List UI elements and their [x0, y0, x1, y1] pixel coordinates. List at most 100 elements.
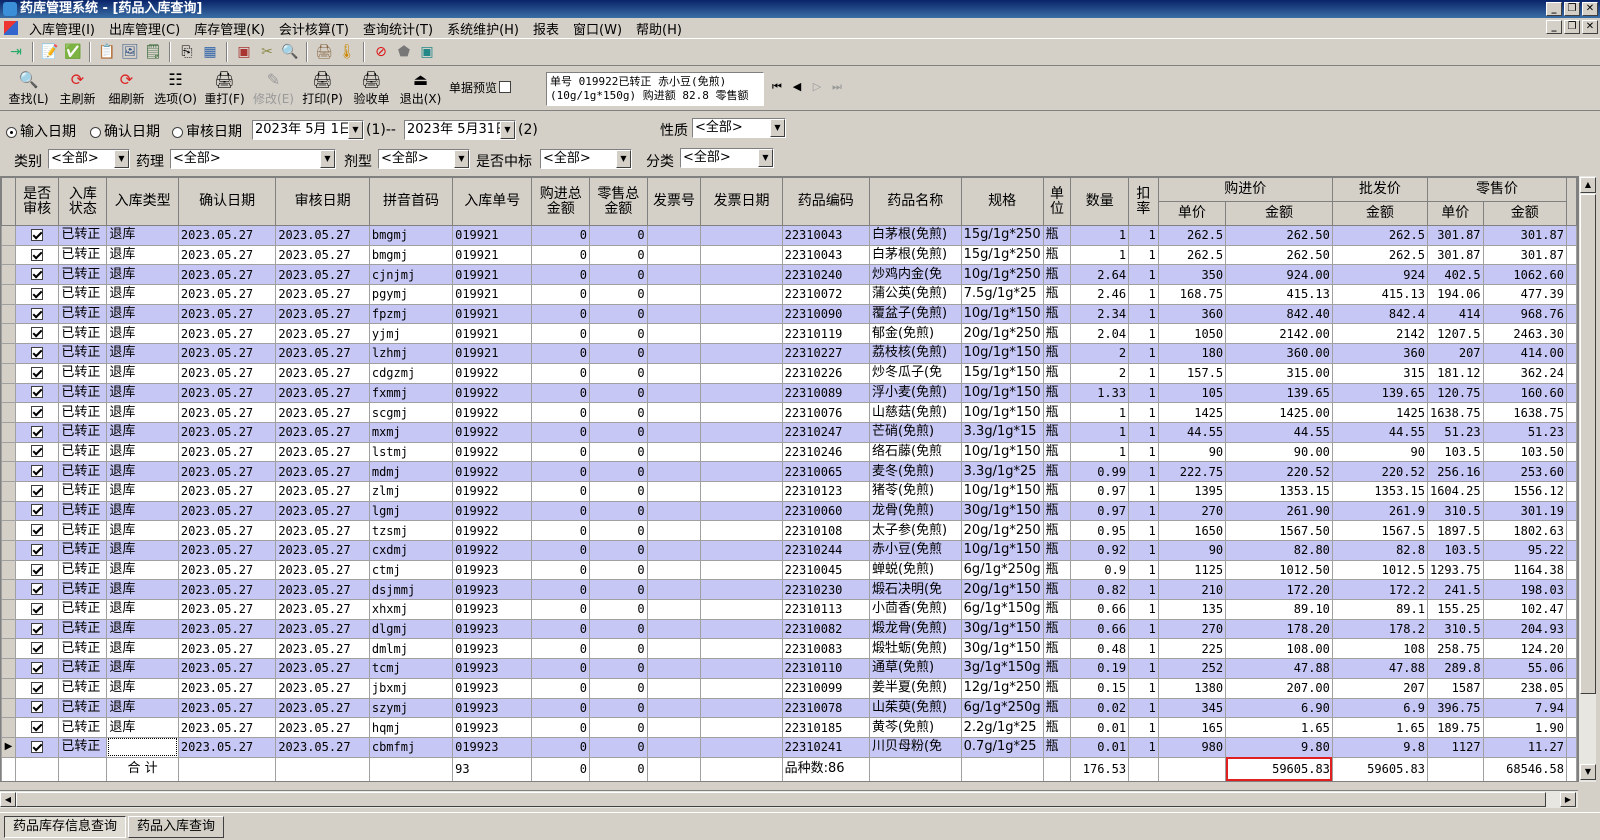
purchase-total-cell[interactable]: 0 — [531, 618, 591, 640]
order-no-cell[interactable]: 019922 — [452, 480, 533, 502]
retail-price-cell[interactable]: 301.87 — [1426, 225, 1484, 246]
order-no-cell[interactable]: 019923 — [452, 559, 533, 581]
inbound-type-cell[interactable]: 退库 — [106, 736, 179, 758]
drug-code-cell[interactable]: 22310078 — [781, 697, 870, 719]
drug-name-cell[interactable]: 煅牡蛎(免煎) — [868, 638, 962, 660]
discount-cell[interactable]: 1 — [1128, 264, 1159, 286]
retail-total-cell[interactable]: 0 — [589, 500, 648, 522]
unit-cell[interactable]: 瓶 — [1042, 264, 1072, 286]
unit-cell[interactable]: 瓶 — [1042, 382, 1072, 404]
audited-checkbox-cell[interactable] — [14, 677, 60, 699]
audited-checkbox-cell[interactable] — [14, 421, 60, 443]
invoice-no-cell[interactable] — [646, 461, 702, 482]
order-no-cell[interactable]: 019922 — [452, 421, 533, 443]
inbound-type-cell[interactable]: 退库 — [106, 323, 179, 345]
purchase-price-cell[interactable]: 270 — [1157, 500, 1227, 522]
drug-code-cell[interactable]: 22310076 — [781, 402, 870, 423]
unit-cell[interactable]: 瓶 — [1042, 736, 1072, 758]
quantity-cell[interactable]: 0.66 — [1070, 618, 1130, 640]
retail-total-cell[interactable]: 0 — [589, 480, 648, 502]
retail-total-cell[interactable]: 0 — [589, 520, 648, 541]
horizontal-scroll-thumb[interactable] — [16, 792, 1546, 807]
table-row[interactable]: 已转正 退库 2023.05.27 2023.05.27 ctmj 019923 0 0 223… — [1, 559, 1577, 581]
pinyin-cell[interactable]: lgmj — [368, 500, 454, 522]
drug-code-cell[interactable]: 22310247 — [781, 421, 870, 443]
drug-name-cell[interactable]: 麦冬(免煎) — [868, 461, 962, 482]
unit-cell[interactable]: 瓶 — [1042, 362, 1072, 384]
invoice-no-cell[interactable] — [646, 579, 702, 601]
purchase-total-cell[interactable]: 0 — [531, 382, 591, 404]
unit-cell[interactable]: 瓶 — [1042, 303, 1072, 325]
checkbox-checked-icon[interactable] — [31, 701, 44, 714]
drug-code-cell[interactable]: 22310113 — [781, 599, 870, 620]
purchase-amount-cell[interactable]: 261.90 — [1225, 500, 1333, 522]
table-row[interactable]: 已转正 退库 2023.05.27 2023.05.27 lzhmj 019921 0 0 22… — [1, 343, 1577, 364]
status-cell[interactable]: 已转正 — [58, 520, 108, 541]
discount-cell[interactable]: 1 — [1128, 362, 1159, 384]
purchase-price-cell[interactable]: 168.75 — [1157, 284, 1227, 305]
login-icon[interactable]: ⇥ — [6, 42, 26, 62]
magnifier-icon[interactable]: 🔍 — [280, 42, 300, 62]
inbound-type-cell[interactable]: 退库 — [106, 500, 179, 522]
invoice-date-cell[interactable] — [700, 638, 783, 660]
unit-cell[interactable]: 瓶 — [1042, 225, 1072, 246]
discount-cell[interactable]: 1 — [1128, 461, 1159, 482]
quantity-cell[interactable]: 0.48 — [1070, 638, 1130, 660]
purchase-price-cell[interactable]: 90 — [1157, 441, 1227, 463]
confirm-date-cell[interactable]: 2023.05.27 — [177, 382, 277, 404]
checkbox-checked-icon[interactable] — [31, 622, 44, 635]
invoice-date-cell[interactable] — [700, 736, 783, 758]
order-no-cell[interactable]: 019923 — [452, 697, 533, 719]
retail-amount-cell[interactable]: 477.39 — [1482, 284, 1567, 305]
quantity-cell[interactable]: 2.46 — [1070, 284, 1130, 305]
invoice-date-cell[interactable] — [700, 343, 783, 364]
quantity-cell[interactable]: 0.9 — [1070, 559, 1130, 581]
nature-select[interactable]: <全部> ▼ — [692, 118, 786, 138]
status-cell[interactable]: 已转正 — [58, 618, 108, 640]
audited-checkbox-cell[interactable] — [14, 441, 60, 463]
table-row[interactable]: 已转正 退库 2023.05.27 2023.05.27 hqmj 019923 0 0 223… — [1, 717, 1577, 738]
restore-button[interactable]: ❐ — [1564, 2, 1580, 16]
quantity-cell[interactable]: 1 — [1070, 402, 1130, 423]
confirm-date-cell[interactable]: 2023.05.27 — [177, 284, 277, 305]
invoice-date-cell[interactable] — [700, 697, 783, 719]
unit-cell[interactable]: 瓶 — [1042, 677, 1072, 699]
retail-total-cell[interactable]: 0 — [589, 402, 648, 423]
spec-cell[interactable]: 0.7g/1g*25 — [960, 736, 1044, 758]
confirm-date-cell[interactable]: 2023.05.27 — [177, 323, 277, 345]
spec-cell[interactable]: 3.3g/1g*15 — [960, 421, 1044, 443]
pinyin-cell[interactable]: tzsmj — [368, 520, 454, 541]
discount-cell[interactable]: 1 — [1128, 421, 1159, 443]
invoice-date-cell[interactable] — [700, 658, 783, 679]
audit-date-cell[interactable]: 2023.05.27 — [275, 520, 370, 541]
drug-name-cell[interactable]: 姜半夏(免煎) — [868, 677, 962, 699]
discount-cell[interactable]: 1 — [1128, 382, 1159, 404]
checkbox-checked-icon[interactable] — [31, 386, 44, 399]
purchase-price-cell[interactable]: 1425 — [1157, 402, 1227, 423]
wholesale-amount-cell[interactable]: 1.65 — [1331, 717, 1428, 738]
retail-total-cell[interactable]: 0 — [589, 382, 648, 404]
checkbox-checked-icon[interactable] — [31, 425, 44, 438]
checkbox-checked-icon[interactable] — [31, 721, 44, 734]
wholesale-amount-cell[interactable]: 415.13 — [1331, 284, 1428, 305]
retail-price-cell[interactable]: 1207.5 — [1426, 323, 1484, 345]
retail-total-cell[interactable]: 0 — [589, 658, 648, 679]
purchase-total-cell[interactable]: 0 — [531, 264, 591, 286]
bid-select[interactable]: <全部> ▼ — [540, 149, 632, 169]
drug-code-cell[interactable]: 22310089 — [781, 382, 870, 404]
calculator-icon[interactable]: ▣ — [234, 42, 254, 62]
table-row[interactable]: 已转正 退库 2023.05.27 2023.05.27 tzsmj 019922 0 0 22… — [1, 520, 1577, 541]
purchase-amount-cell[interactable]: 44.55 — [1225, 421, 1333, 443]
edit-doc-icon[interactable]: 📝 — [40, 42, 60, 62]
purchase-price-cell[interactable]: 270 — [1157, 618, 1227, 640]
audit-date-cell[interactable]: 2023.05.27 — [275, 362, 370, 384]
invoice-date-cell[interactable] — [700, 362, 783, 384]
retail-total-cell[interactable]: 0 — [589, 559, 648, 581]
retail-amount-cell[interactable]: 95.22 — [1482, 540, 1567, 561]
col-discount[interactable]: 扣率 — [1128, 177, 1159, 226]
drug-name-cell[interactable]: 通草(免煎) — [868, 658, 962, 679]
audit-date-cell[interactable]: 2023.05.27 — [275, 244, 370, 266]
purchase-price-cell[interactable]: 252 — [1157, 658, 1227, 679]
retail-total-cell[interactable]: 0 — [589, 343, 648, 364]
retail-total-cell[interactable]: 0 — [589, 303, 648, 325]
